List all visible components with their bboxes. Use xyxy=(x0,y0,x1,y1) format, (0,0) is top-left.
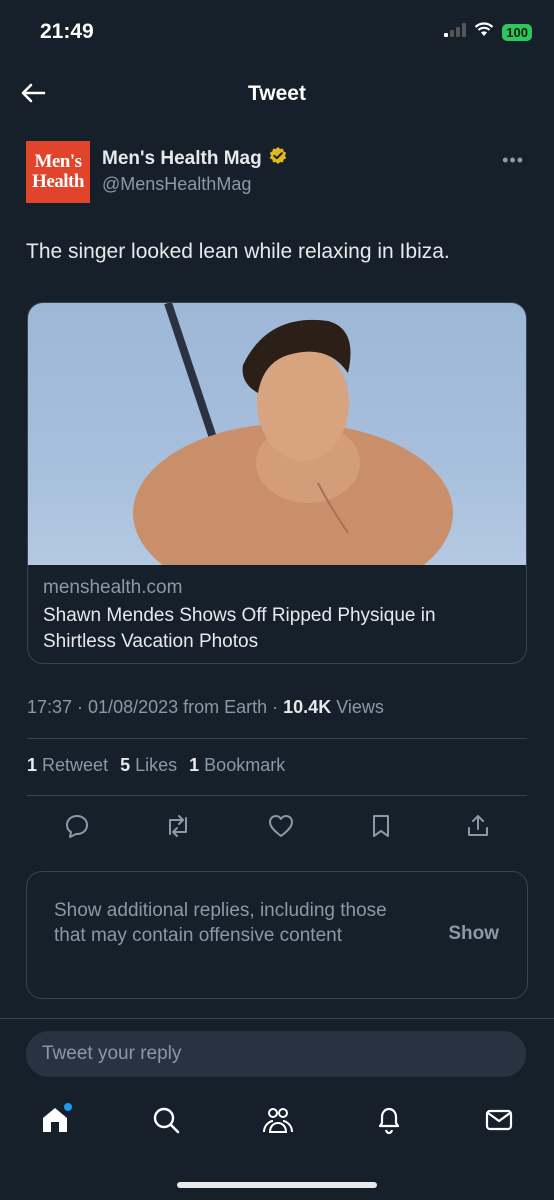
additional-replies-box: Show additional replies, including those… xyxy=(26,871,528,999)
divider xyxy=(27,738,527,739)
notifications-icon[interactable] xyxy=(375,1105,403,1140)
divider xyxy=(0,1018,554,1019)
messages-icon[interactable] xyxy=(484,1105,514,1140)
likes-label: Likes xyxy=(135,755,178,775)
card-title: Shawn Mendes Shows Off Ripped Physique i… xyxy=(43,605,436,652)
bookmark-icon[interactable] xyxy=(369,813,393,839)
reply-icon[interactable] xyxy=(64,813,90,839)
more-options-icon[interactable]: ••• xyxy=(502,150,524,171)
views-count: 10.4K xyxy=(283,697,332,717)
tweet-meta: 17:37 · 01/08/2023 from Earth · 10.4K Vi… xyxy=(27,697,384,718)
page-title: Tweet xyxy=(248,82,306,105)
share-icon[interactable] xyxy=(466,813,490,839)
wifi-icon xyxy=(474,22,494,42)
link-card[interactable]: menshealth.com Shawn Mendes Shows Off Ri… xyxy=(27,302,527,664)
card-image xyxy=(28,303,526,565)
likes-count: 5 xyxy=(120,755,131,775)
divider xyxy=(27,795,527,796)
battery-indicator: 100 xyxy=(502,23,532,41)
show-button[interactable]: Show xyxy=(448,923,499,945)
retweets-count: 1 xyxy=(27,755,38,775)
home-icon[interactable] xyxy=(40,1102,73,1140)
views-label: Views xyxy=(331,697,384,717)
home-indicator xyxy=(177,1182,377,1188)
avatar-line-2: Health xyxy=(32,171,84,192)
status-icons: 100 xyxy=(444,22,532,42)
communities-icon[interactable] xyxy=(261,1105,295,1140)
retweet-icon[interactable] xyxy=(163,813,193,839)
tweet-time-date: 17:37 · 01/08/2023 from Earth · xyxy=(27,697,284,717)
avatar[interactable]: Men's Health xyxy=(26,141,90,203)
search-icon[interactable] xyxy=(151,1105,181,1140)
likes-stat[interactable]: 5 Likes xyxy=(120,755,177,776)
signal-icon xyxy=(444,22,467,42)
tweet-actions xyxy=(27,808,527,844)
author-name: Men's Health Mag xyxy=(102,148,262,169)
bookmarks-label: Bookmark xyxy=(204,755,286,775)
card-domain: menshealth.com xyxy=(43,577,183,598)
like-icon[interactable] xyxy=(267,813,295,839)
additional-replies-text: Show additional replies, including those… xyxy=(54,900,387,946)
retweets-stat[interactable]: 1 Retweet xyxy=(27,755,108,776)
status-time: 21:49 xyxy=(40,20,94,43)
tab-bar xyxy=(0,1100,554,1144)
notification-dot xyxy=(64,1102,73,1111)
author-handle[interactable]: @MensHealthMag xyxy=(102,174,251,195)
retweets-label: Retweet xyxy=(42,755,109,775)
avatar-line-1: Men's xyxy=(34,151,82,172)
verified-badge-icon xyxy=(268,146,288,172)
reply-input[interactable] xyxy=(26,1031,526,1077)
bookmarks-stat[interactable]: 1 Bookmark xyxy=(189,755,285,776)
tweet-stats: 1 Retweet 5 Likes 1 Bookmark xyxy=(27,755,285,776)
author-name-row[interactable]: Men's Health Mag xyxy=(102,146,288,172)
bookmarks-count: 1 xyxy=(189,755,200,775)
tweet-text: The singer looked lean while relaxing in… xyxy=(26,240,450,263)
